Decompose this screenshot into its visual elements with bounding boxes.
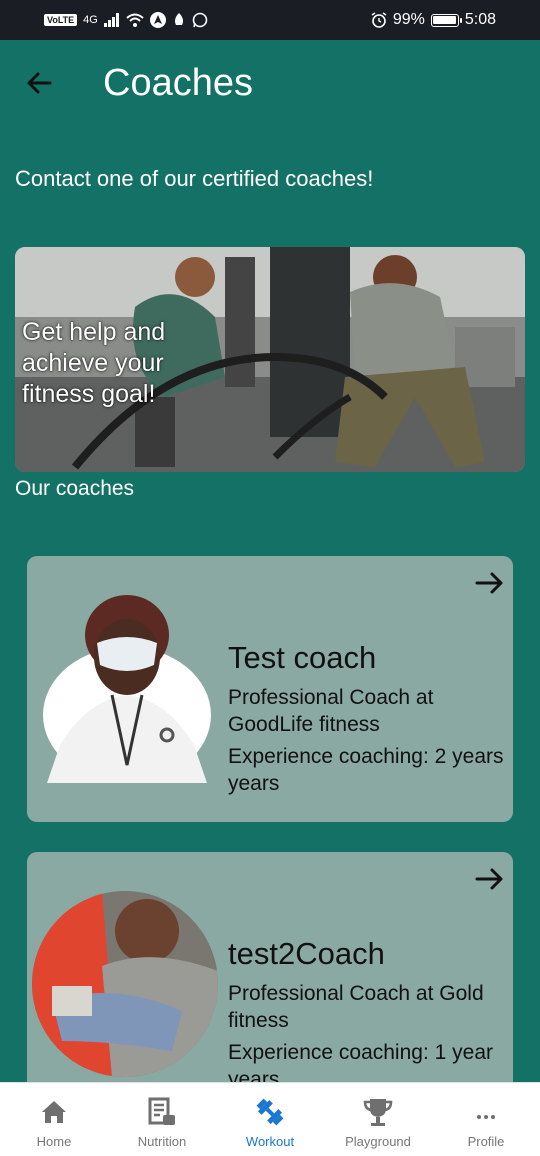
trophy-icon [363, 1099, 393, 1126]
notification-app-icon [174, 13, 183, 25]
coach-role: Professional Coach at GoodLife fitness [228, 686, 434, 736]
page-title: Coaches [103, 62, 253, 104]
nav-item-workout[interactable]: Workout [216, 1083, 324, 1156]
back-arrow-icon[interactable] [22, 66, 56, 100]
battery-percent: 99% [392, 11, 425, 28]
home-icon [42, 1101, 66, 1123]
nav-label: Home [36, 1134, 72, 1149]
alarm-icon [371, 12, 387, 28]
status-left: VoLTE 4G [44, 12, 208, 28]
nav-item-profile[interactable]: Profile [432, 1083, 540, 1156]
section-title: Our coaches [15, 477, 135, 500]
coach-avatar [42, 595, 212, 785]
coach-name: test2Coach [228, 936, 385, 971]
signal-icon [103, 13, 119, 27]
bottom-navigation: Home Nutrition Workout Playground Profil… [0, 1082, 540, 1156]
clock: 5:08 [464, 11, 496, 28]
nav-label: Profile [467, 1134, 505, 1149]
coach-role: Professional Coach at Gold fitness [228, 982, 484, 1032]
dumbbell-icon [256, 1098, 284, 1126]
nav-item-nutrition[interactable]: Nutrition [108, 1083, 216, 1156]
nav-label: Playground [345, 1134, 411, 1149]
coach-info: test2Coach Professional Coach at Gold fi… [228, 936, 513, 1098]
more-icon [477, 1115, 495, 1119]
nav-item-playground[interactable]: Playground [324, 1083, 432, 1156]
hero-banner: Get help and achieve your fitness goal! [15, 247, 525, 472]
coach-experience: Experience coaching: 2 years years [228, 745, 504, 795]
nutrition-icon [148, 1097, 175, 1125]
network-type: 4G [83, 14, 98, 26]
whatsapp-icon [192, 12, 208, 28]
coach-name: Test coach [228, 640, 377, 675]
wifi-icon [126, 13, 144, 27]
nav-label: Nutrition [137, 1134, 187, 1149]
coach-info: Test coach Professional Coach at GoodLif… [228, 640, 513, 802]
status-bar: VoLTE 4G 99% 5:08 [0, 0, 540, 40]
arrow-right-icon[interactable] [473, 566, 507, 600]
hero-caption: Get help and achieve your fitness goal! [22, 318, 166, 408]
status-right: 99% 5:08 [371, 11, 496, 29]
arrow-right-icon[interactable] [473, 862, 507, 896]
coach-card[interactable]: test2Coach Professional Coach at Gold fi… [27, 852, 513, 1118]
volte-icon: VoLTE [44, 14, 78, 26]
coach-avatar [32, 891, 218, 1077]
coach-card[interactable]: Test coach Professional Coach at GoodLif… [27, 556, 513, 822]
intro-text: Contact one of our certified coaches! [15, 166, 374, 191]
app-bar: Coaches [0, 40, 540, 130]
navigation-app-icon [149, 12, 166, 28]
nav-item-home[interactable]: Home [0, 1083, 108, 1156]
nav-label: Workout [245, 1134, 295, 1149]
battery-icon [430, 13, 462, 27]
